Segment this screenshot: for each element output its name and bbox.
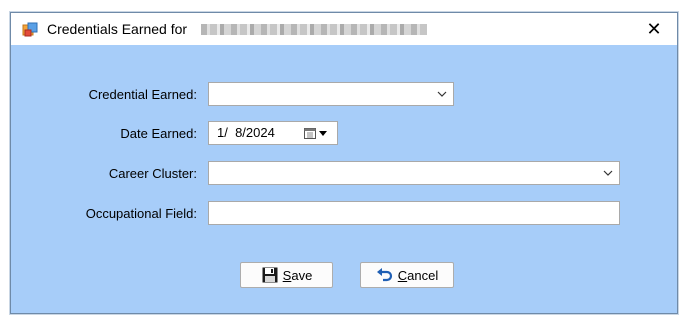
form-icon bbox=[22, 22, 38, 37]
occupational-field-input[interactable] bbox=[208, 201, 620, 225]
title-bar[interactable]: Credentials Earned for ✕ bbox=[11, 13, 677, 45]
occupational-field-label: Occupational Field: bbox=[85, 206, 197, 221]
credential-earned-label-wrap: Credential Earned: bbox=[11, 87, 197, 107]
close-button[interactable]: ✕ bbox=[631, 13, 677, 45]
date-earned-value: 1/ 8/2024 bbox=[217, 125, 275, 140]
cancel-access-key: C bbox=[397, 267, 408, 283]
occupational-field-label-wrap: Occupational Field: bbox=[11, 206, 197, 226]
cancel-label: Cancel bbox=[398, 268, 438, 283]
calendar-dropdown-arrow-icon[interactable] bbox=[319, 131, 327, 136]
credentials-dialog: Credentials Earned for ✕ Credential Earn… bbox=[10, 12, 678, 314]
close-icon: ✕ bbox=[646, 18, 662, 39]
career-cluster-label-wrap: Career Cluster: bbox=[11, 166, 197, 186]
credential-earned-select[interactable] bbox=[208, 82, 454, 106]
undo-arrow-icon bbox=[376, 268, 392, 282]
floppy-disk-icon bbox=[262, 267, 278, 283]
chevron-down-icon bbox=[603, 170, 613, 176]
date-earned-label-wrap: Date Earned: bbox=[11, 126, 197, 146]
cancel-button[interactable]: Cancel bbox=[360, 262, 454, 288]
save-button[interactable]: Save bbox=[240, 262, 333, 288]
career-cluster-label: Career Cluster: bbox=[108, 166, 197, 181]
window-title: Credentials Earned for bbox=[47, 21, 188, 37]
credential-earned-label: Credential Earned: bbox=[88, 87, 197, 102]
date-earned-picker[interactable]: 1/ 8/2024 bbox=[208, 121, 338, 145]
save-label: Save bbox=[283, 268, 313, 283]
chevron-down-icon bbox=[437, 91, 447, 97]
save-label-rest: ave bbox=[291, 267, 313, 283]
cancel-label-rest: ancel bbox=[407, 267, 439, 283]
redacted-name bbox=[201, 24, 427, 35]
career-cluster-select[interactable] bbox=[208, 161, 620, 185]
calendar-icon[interactable] bbox=[303, 126, 317, 140]
date-earned-label: Date Earned: bbox=[120, 126, 197, 141]
